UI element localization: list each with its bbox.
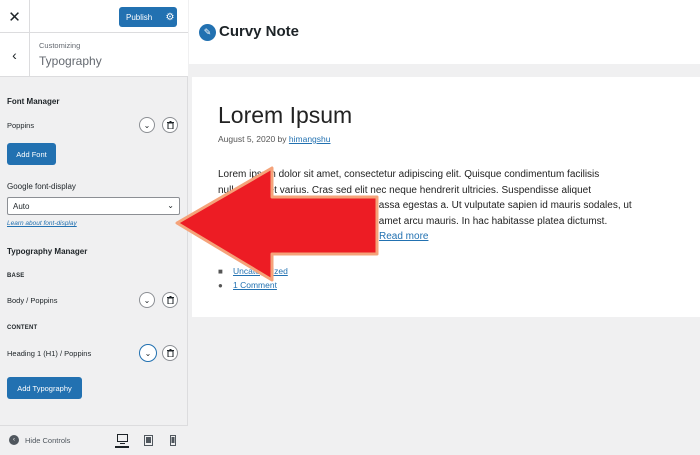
gear-icon[interactable]: ⚙ xyxy=(163,7,177,27)
typography-manager-heading: Typography Manager xyxy=(7,247,88,256)
mobile-preview-icon[interactable] xyxy=(166,432,180,448)
post-title[interactable]: Lorem Ipsum xyxy=(218,102,352,129)
author-link[interactable]: himangshu xyxy=(289,134,331,144)
close-icon[interactable]: ✕ xyxy=(0,0,30,33)
post-excerpt: Lorem ipsum dolor sit amet, consectetur … xyxy=(218,167,688,245)
font-display-label: Google font-display xyxy=(7,182,76,191)
chevron-down-icon[interactable]: ⌄ xyxy=(139,117,155,133)
post-article: Lorem Ipsum August 5, 2020 by himangshu … xyxy=(192,77,700,317)
chevron-down-icon[interactable]: ⌄ xyxy=(139,344,157,362)
category-row: ■ Uncategorized xyxy=(218,266,288,276)
comment-icon: ● xyxy=(218,280,223,290)
excerpt-line: Lorem ipsum dolor sit amet, consectetur … xyxy=(218,169,600,180)
font-name-label: Poppins xyxy=(7,121,35,130)
post-date: August 5, 2020 by xyxy=(218,134,287,144)
customizer-topbar: ✕ Publish ⚙ xyxy=(0,0,188,33)
site-preview: ✎ Curvy Note Lorem Ipsum August 5, 2020 … xyxy=(189,0,700,455)
back-arrow-icon[interactable]: ‹ xyxy=(0,33,30,77)
content-group-label: CONTENT xyxy=(7,325,38,331)
customizer-sidebar: ✕ Publish ⚙ ‹ Customizing Typography Fon… xyxy=(0,0,188,455)
tablet-preview-icon[interactable] xyxy=(141,432,155,448)
post-meta: August 5, 2020 by himangshu xyxy=(218,134,331,144)
base-group-label: BASE xyxy=(7,273,25,279)
add-font-button[interactable]: Add Font xyxy=(7,143,56,165)
font-display-value: Auto xyxy=(13,201,30,211)
site-title[interactable]: Curvy Note xyxy=(219,23,299,40)
chevron-down-icon[interactable]: ⌄ xyxy=(139,292,155,308)
content-item-label: Heading 1 (H1) / Poppins xyxy=(7,349,92,358)
section-title: Typography xyxy=(39,54,102,68)
site-header: ✎ Curvy Note xyxy=(189,0,700,64)
font-manager-heading: Font Manager xyxy=(7,97,60,106)
excerpt-line: nunc massa egestas a. Ut vulputate sapie… xyxy=(346,200,632,211)
learn-font-display-link[interactable]: Learn about font-display xyxy=(7,220,77,227)
collapse-icon[interactable]: ‹ xyxy=(9,435,19,445)
customizing-label: Customizing xyxy=(39,41,81,50)
excerpt-line: sit amet arcu mauris. In hac habitasse p… xyxy=(366,215,608,227)
folder-icon: ■ xyxy=(218,266,223,276)
trash-icon[interactable] xyxy=(162,345,178,361)
base-item-label: Body / Poppins xyxy=(7,296,58,305)
font-display-select[interactable]: Auto ⌄ xyxy=(7,197,180,215)
pencil-icon: ✎ xyxy=(199,24,216,41)
customizer-footer: ‹ Hide Controls xyxy=(0,425,188,455)
desktop-preview-icon[interactable] xyxy=(115,432,129,448)
trash-icon[interactable] xyxy=(162,117,178,133)
comments-row: ● 1 Comment xyxy=(218,280,277,290)
chevron-down-icon: ⌄ xyxy=(167,201,174,210)
comments-link[interactable]: 1 Comment xyxy=(233,280,277,290)
trash-icon[interactable] xyxy=(162,292,178,308)
category-link[interactable]: Uncategorized xyxy=(233,266,288,276)
read-more-link[interactable]: Read more xyxy=(379,231,428,242)
section-header: ‹ Customizing Typography xyxy=(0,33,188,77)
hide-controls-button[interactable]: Hide Controls xyxy=(25,436,70,445)
excerpt-line: nulla sit amet varius. Cras sed elit nec… xyxy=(218,184,591,196)
add-typography-button[interactable]: Add Typography xyxy=(7,377,82,399)
